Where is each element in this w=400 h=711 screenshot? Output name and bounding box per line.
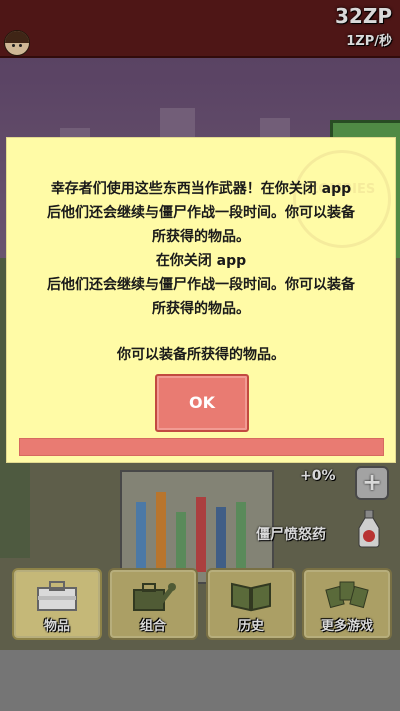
dialog-line: 所获得的物品。 (152, 301, 250, 317)
dialog-line: 在你关闭 app (155, 253, 247, 269)
dialog-line: 所获得的物品。 (152, 229, 250, 245)
ok-button[interactable]: OK (155, 374, 249, 432)
dialog-progress-bar (19, 438, 384, 456)
dialog-line: 后他们还会继续与僵尸作战一段时间。你可以装备 (47, 277, 355, 293)
dialog-line: 后他们还会继续与僵尸作战一段时间。你可以装备 (47, 205, 355, 221)
dialog-line: 你可以装备所获得的物品。 (117, 347, 285, 363)
dialog-line: 幸存者们使用这些东西当作武器！在你关闭 app (50, 181, 352, 197)
info-dialog: ZOMBIES 幸存者们使用这些东西当作武器！在你关闭 app 后他们还会继续与… (6, 137, 396, 463)
